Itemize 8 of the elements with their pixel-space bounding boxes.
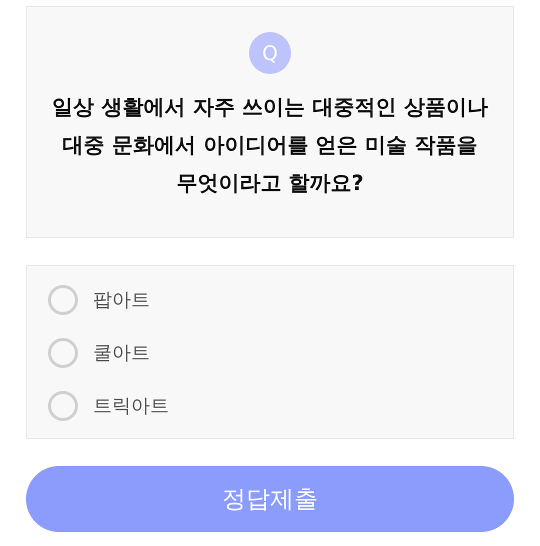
radio-button[interactable] <box>48 285 78 315</box>
question-text: 일상 생활에서 자주 쓰이는 대중적인 상품이나 대중 문화에서 아이디어를 얻은 미술 작품을 무엇이라고 할까요? <box>51 94 489 197</box>
radio-button[interactable] <box>48 338 78 368</box>
option-label[interactable]: 트릭아트 <box>93 392 169 420</box>
option-label[interactable]: 쿨아트 <box>93 338 150 368</box>
question-badge: Q <box>249 32 291 74</box>
option-label[interactable]: 팝아트 <box>93 286 150 314</box>
radio-button[interactable] <box>48 391 78 421</box>
